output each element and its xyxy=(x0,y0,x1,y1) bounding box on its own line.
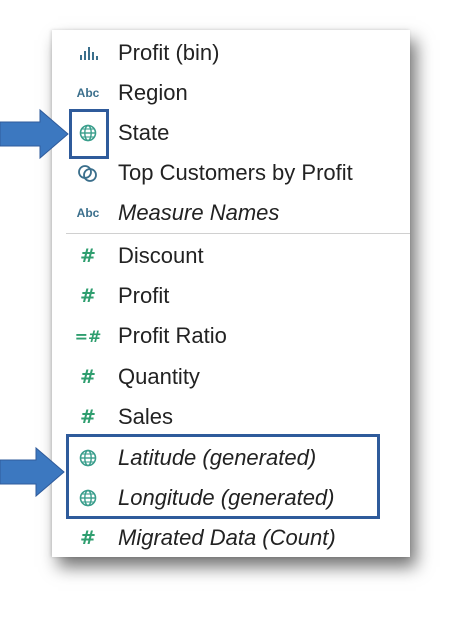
field-migrated-data-count[interactable]: # Migrated Data (Count) xyxy=(52,519,410,557)
abc-dimension-icon: Abc xyxy=(76,206,100,220)
field-label: Region xyxy=(118,80,188,105)
field-top-customers-by-profit[interactable]: Top Customers by Profit xyxy=(52,154,410,192)
arrow-right-icon xyxy=(0,446,65,498)
field-profit-bin[interactable]: Profit (bin) xyxy=(52,34,410,72)
field-label: Profit Ratio xyxy=(118,323,227,348)
field-label: State xyxy=(118,120,170,145)
field-discount[interactable]: # Discount xyxy=(52,237,410,275)
abc-dimension-icon: Abc xyxy=(76,86,100,100)
bin-chart-icon xyxy=(70,34,106,72)
field-label: Migrated Data (Count) xyxy=(118,525,336,550)
field-label: Discount xyxy=(118,243,204,268)
hash-measure-icon: # xyxy=(80,245,96,267)
hash-measure-icon: # xyxy=(80,527,96,549)
state-icon-highlight xyxy=(69,109,109,159)
field-sales[interactable]: # Sales xyxy=(52,398,410,436)
field-measure-names[interactable]: Abc Measure Names xyxy=(52,194,410,232)
hash-measure-icon: # xyxy=(80,366,96,388)
calculated-hash-icon: =# xyxy=(74,326,102,346)
field-label: Profit (bin) xyxy=(118,40,220,65)
field-label: Measure Names xyxy=(118,200,280,225)
field-label: Top Customers by Profit xyxy=(118,160,353,185)
field-label: Sales xyxy=(118,404,174,429)
arrow-right-icon xyxy=(0,108,69,160)
dimensions-measures-divider xyxy=(66,233,410,234)
field-label: Profit xyxy=(118,283,170,308)
field-quantity[interactable]: # Quantity xyxy=(52,358,410,396)
set-icon xyxy=(70,154,106,192)
field-profit[interactable]: # Profit xyxy=(52,277,410,315)
field-profit-ratio[interactable]: =# Profit Ratio xyxy=(52,317,410,355)
field-label: Quantity xyxy=(118,364,200,389)
field-region[interactable]: Abc Region xyxy=(52,74,410,112)
generated-fields-highlight xyxy=(66,434,380,519)
hash-measure-icon: # xyxy=(80,406,96,428)
hash-measure-icon: # xyxy=(80,285,96,307)
